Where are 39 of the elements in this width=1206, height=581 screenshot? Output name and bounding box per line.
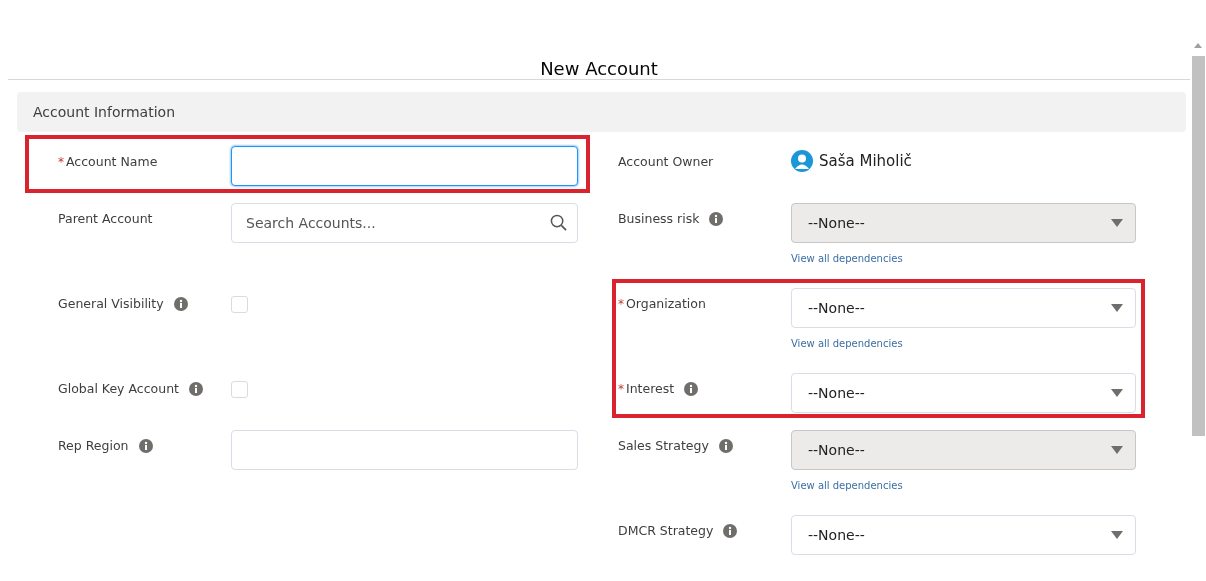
field-label: Parent Account — [58, 211, 153, 226]
caret-icon — [1111, 389, 1123, 397]
owner-name[interactable]: Saša Miholič — [819, 152, 912, 170]
dropdown[interactable]: --None-- — [791, 515, 1136, 555]
field-label: Sales Strategy — [618, 438, 709, 453]
field-label: Organization — [626, 296, 706, 311]
caret-icon — [1111, 219, 1123, 227]
required-mark: * — [58, 154, 64, 169]
text-field[interactable] — [231, 146, 578, 186]
info-icon[interactable] — [138, 438, 153, 453]
info-icon[interactable] — [723, 523, 738, 538]
field-label: DMCR Strategy — [618, 523, 714, 538]
field-label: Global Key Account — [58, 381, 179, 396]
search-field[interactable]: Search Accounts... — [231, 203, 578, 243]
caret-icon — [1111, 446, 1123, 454]
scrollbar-thumb[interactable] — [1191, 56, 1205, 436]
info-icon[interactable] — [188, 381, 203, 396]
page-title: New Account — [540, 58, 658, 79]
avatar-icon — [791, 150, 813, 172]
info-icon[interactable] — [684, 381, 699, 396]
section-title: Account Information — [33, 104, 176, 120]
field-label: Account Name — [66, 154, 158, 169]
required-mark: * — [618, 381, 624, 396]
field-label: General Visibility — [58, 296, 164, 311]
info-icon[interactable] — [173, 296, 188, 311]
field-label: Business risk — [618, 211, 700, 226]
field-label: Interest — [626, 381, 675, 396]
caret-icon — [1111, 531, 1123, 539]
caret-icon — [1111, 304, 1123, 312]
checkbox[interactable] — [231, 381, 248, 398]
dropdown[interactable]: --None-- — [791, 288, 1136, 328]
dependencies-link[interactable]: View all dependencies — [791, 336, 903, 356]
field-label: Account Owner — [618, 154, 714, 169]
scroll-up-icon[interactable] — [1194, 43, 1202, 48]
field-label: Rep Region — [58, 438, 129, 453]
required-mark: * — [618, 296, 624, 311]
dropdown[interactable]: --None-- — [791, 373, 1136, 413]
search-icon[interactable] — [550, 214, 567, 231]
checkbox[interactable] — [231, 296, 248, 313]
